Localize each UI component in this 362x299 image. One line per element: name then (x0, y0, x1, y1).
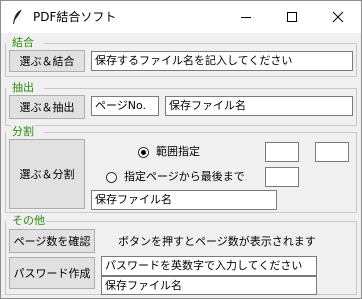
page-count-button[interactable]: ページ数を確認 (9, 229, 95, 253)
merge-button[interactable]: 選ぶ＆結合 (9, 50, 85, 72)
split-legend: 分割 (11, 125, 35, 138)
range-radio-label: 範囲指定 (156, 145, 200, 158)
password-button[interactable]: パスワード作成 (9, 257, 95, 289)
split-filename-field[interactable]: 保存ファイル名 (91, 190, 277, 210)
split-group: 分割 選ぶ＆分割 範囲指定 指定ページから最後まで 保存ファイル名 (5, 125, 357, 213)
range-from-field[interactable] (265, 142, 299, 162)
password-filename-field[interactable]: 保存ファイル名 (101, 276, 317, 295)
range-radio[interactable] (138, 147, 149, 158)
page-number-field[interactable]: ページNo. (91, 96, 159, 116)
extract-legend: 抽出 (11, 81, 35, 94)
page-count-message: ボタンを押すとページ数が表示されます (118, 235, 316, 248)
feather-icon (13, 9, 22, 24)
from-page-radio-label: 指定ページから最後まで (124, 170, 245, 183)
other-legend: その他 (11, 214, 46, 227)
title-bar[interactable]: PDF結合ソフト (1, 1, 361, 33)
split-button[interactable]: 選ぶ＆分割 (9, 139, 85, 209)
minimize-icon (241, 17, 251, 18)
other-group: その他 ページ数を確認 ボタンを押すとページ数が表示されます パスワード作成 パ… (5, 214, 357, 295)
password-field[interactable]: パスワードを英数字で入力してください (101, 256, 317, 276)
window-title: PDF結合ソフト (33, 10, 117, 24)
minimize-button[interactable] (223, 1, 269, 33)
merge-filename-field[interactable]: 保存するファイル名を記入してください (91, 51, 353, 71)
from-page-field[interactable] (265, 167, 299, 187)
merge-group: 結合 選ぶ＆結合 保存するファイル名を記入してください (5, 36, 357, 77)
merge-legend: 結合 (11, 36, 35, 49)
app-window: PDF結合ソフト 結合 選ぶ＆結合 保存するファイル名を記入してください 抽出 … (0, 0, 362, 299)
extract-group: 抽出 選ぶ＆抽出 ページNo. 保存ファイル名 (5, 81, 357, 126)
maximize-button[interactable] (269, 1, 315, 33)
close-button[interactable] (315, 1, 361, 33)
extract-button[interactable]: 選ぶ＆抽出 (9, 95, 85, 119)
close-icon (332, 11, 344, 23)
range-to-field[interactable] (315, 142, 349, 162)
extract-filename-field[interactable]: 保存ファイル名 (165, 96, 353, 116)
maximize-icon (287, 12, 297, 22)
from-page-radio[interactable] (106, 172, 117, 183)
